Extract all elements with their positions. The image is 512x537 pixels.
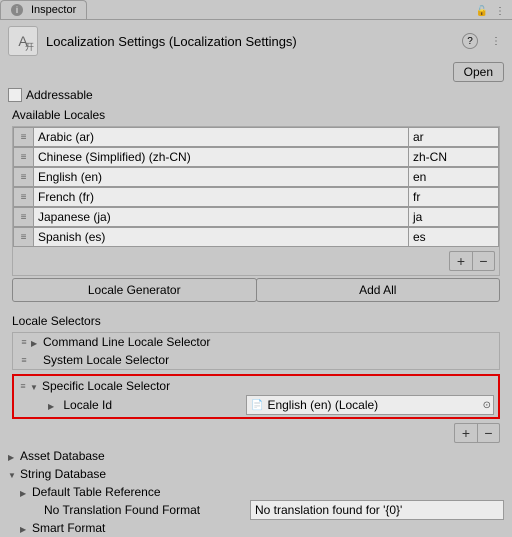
available-locales-title: Available Locales — [0, 104, 512, 124]
locale-generator-button[interactable]: Locale Generator — [12, 278, 257, 302]
foldout-arrow-icon[interactable] — [8, 449, 20, 463]
default-table-foldout[interactable]: Default Table Reference — [0, 483, 512, 501]
locale-icon: 📄 — [251, 400, 263, 411]
locale-code-field[interactable]: ja — [409, 207, 499, 227]
selector-label: System Locale Selector — [43, 353, 169, 367]
locale-code-field[interactable]: fr — [409, 187, 499, 207]
locale-code-field[interactable]: es — [409, 227, 499, 247]
addressable-row: Addressable — [0, 86, 512, 104]
object-picker-icon[interactable]: ⊙ — [483, 400, 491, 411]
drag-handle-icon[interactable]: ≡ — [13, 207, 33, 227]
asset-title: Localization Settings (Localization Sett… — [46, 34, 454, 49]
locale-id-label: Locale Id — [63, 398, 112, 412]
remove-selector-button[interactable]: − — [477, 424, 499, 442]
menu-icon-2[interactable]: ⋮ — [488, 33, 504, 49]
selector-row[interactable]: ≡ Command Line Locale Selector — [13, 333, 499, 351]
asset-icon: A开 — [8, 26, 38, 56]
drag-handle-icon[interactable]: ≡ — [17, 355, 31, 365]
addressable-label: Addressable — [26, 88, 93, 102]
foldout-arrow-icon[interactable] — [20, 521, 32, 535]
locale-code-field[interactable]: ar — [409, 127, 499, 147]
asset-database-foldout[interactable]: Asset Database — [0, 447, 512, 465]
selector-row[interactable]: ≡ System Locale Selector — [13, 351, 499, 369]
locale-name-field[interactable]: French (fr) — [33, 187, 409, 207]
no-translation-row: No Translation Found Format — [0, 501, 512, 519]
remove-locale-button[interactable]: − — [472, 252, 494, 270]
drag-handle-icon[interactable]: ≡ — [13, 147, 33, 167]
add-locale-button[interactable]: + — [450, 252, 472, 270]
tab-bar: i Inspector 🔓 ⋮ — [0, 0, 512, 20]
drag-handle-icon[interactable]: ≡ — [13, 187, 33, 207]
locale-row: ≡ Spanish (es) es — [13, 227, 499, 247]
foldout-arrow-icon[interactable] — [31, 335, 43, 349]
locale-row: ≡ Chinese (Simplified) (zh-CN) zh-CN — [13, 147, 499, 167]
inspector-tab[interactable]: i Inspector — [0, 0, 87, 19]
foldout-arrow-icon[interactable] — [8, 467, 20, 481]
no-translation-field[interactable] — [250, 500, 504, 520]
info-icon: i — [11, 4, 23, 16]
selector-row[interactable]: ≡ Specific Locale Selector — [16, 377, 496, 395]
no-translation-label: No Translation Found Format — [20, 503, 250, 517]
locale-name-field[interactable]: Arabic (ar) — [33, 127, 409, 147]
locale-code-field[interactable]: zh-CN — [409, 147, 499, 167]
locale-row: ≡ Arabic (ar) ar — [13, 127, 499, 147]
locale-selectors-title: Locale Selectors — [0, 310, 512, 330]
inspector-header: A开 Localization Settings (Localization S… — [0, 20, 512, 62]
drag-handle-icon[interactable]: ≡ — [13, 167, 33, 187]
open-button[interactable]: Open — [453, 62, 504, 82]
drag-handle-icon[interactable]: ≡ — [17, 337, 31, 347]
selector-label: Specific Locale Selector — [42, 379, 170, 393]
tab-label: Inspector — [31, 4, 76, 16]
add-all-button[interactable]: Add All — [256, 278, 501, 302]
foldout-arrow-icon[interactable] — [48, 398, 60, 412]
foldout-arrow-icon[interactable] — [30, 379, 42, 393]
locale-name-field[interactable]: English (en) — [33, 167, 409, 187]
available-locales-list: ≡ Arabic (ar) ar ≡ Chinese (Simplified) … — [12, 126, 500, 276]
locale-name-field[interactable]: Chinese (Simplified) (zh-CN) — [33, 147, 409, 167]
help-icon[interactable]: ? — [462, 33, 478, 49]
drag-handle-icon[interactable]: ≡ — [16, 381, 30, 391]
addressable-checkbox[interactable] — [8, 88, 22, 102]
locale-code-field[interactable]: en — [409, 167, 499, 187]
locale-row: ≡ English (en) en — [13, 167, 499, 187]
lock-icon[interactable]: 🔓 — [474, 3, 490, 19]
locale-id-field[interactable]: 📄 English (en) (Locale) ⊙ — [246, 395, 494, 415]
locale-id-value: English (en) (Locale) — [267, 398, 378, 412]
locale-row: ≡ Japanese (ja) ja — [13, 207, 499, 227]
drag-handle-icon[interactable]: ≡ — [13, 127, 33, 147]
locale-selectors-list: ≡ Command Line Locale Selector ≡ System … — [12, 332, 500, 370]
highlighted-selector: ≡ Specific Locale Selector Locale Id 📄 E… — [12, 374, 500, 419]
string-database-foldout[interactable]: String Database — [0, 465, 512, 483]
locale-name-field[interactable]: Japanese (ja) — [33, 207, 409, 227]
locale-row: ≡ French (fr) fr — [13, 187, 499, 207]
locale-name-field[interactable]: Spanish (es) — [33, 227, 409, 247]
foldout-arrow-icon[interactable] — [20, 485, 32, 499]
menu-icon[interactable]: ⋮ — [492, 3, 508, 19]
add-selector-button[interactable]: + — [455, 424, 477, 442]
selector-label: Command Line Locale Selector — [43, 335, 210, 349]
smart-format-foldout[interactable]: Smart Format — [0, 519, 512, 537]
drag-handle-icon[interactable]: ≡ — [13, 227, 33, 247]
locale-id-row: Locale Id 📄 English (en) (Locale) ⊙ — [16, 395, 496, 415]
